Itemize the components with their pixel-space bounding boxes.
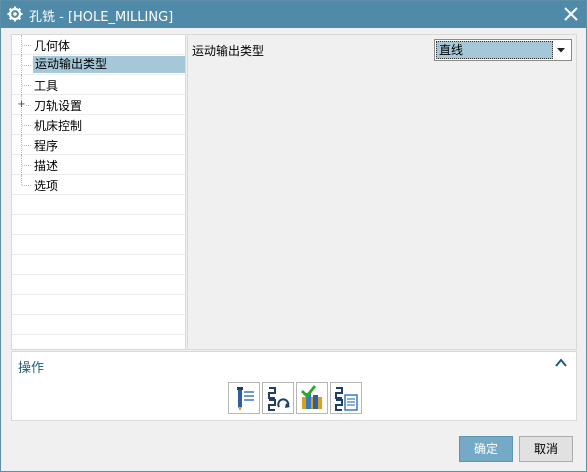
tree-guide-hook [26, 105, 31, 106]
ok-button[interactable]: 确定 [459, 436, 513, 462]
dropdown-selected-value: 直线 [436, 41, 553, 59]
tree-item-label: 运动输出类型 [33, 56, 185, 73]
replay-toolpath-button[interactable] [262, 382, 294, 414]
tree-item-tool[interactable]: 工具 [12, 75, 185, 95]
tree-empty-row [12, 295, 185, 315]
property-panel: 运动输出类型 直线 [187, 34, 577, 350]
close-icon[interactable] [562, 5, 580, 23]
tree-item-machine-control[interactable]: 机床控制 [12, 115, 185, 135]
tree-item-path-settings[interactable]: + 刀轨设置 [12, 95, 185, 115]
tree-item-label: 机床控制 [34, 119, 83, 133]
tree-empty-row [12, 315, 185, 335]
tree-empty-row [12, 255, 185, 275]
tree-guide-hook [22, 165, 31, 166]
tree-item-label: 程序 [34, 139, 59, 153]
tree-item-label: 描述 [34, 159, 59, 173]
verify-toolpath-button[interactable] [296, 382, 328, 414]
tree-item-geometry[interactable]: 几何体 [12, 35, 185, 55]
tree-empty-row [12, 275, 185, 295]
dialog-window: 孔铣 - [HOLE_MILLING] 几何体 运动输出类型 工具 + 刀轨设置 [0, 0, 587, 472]
tree-guide-hook [22, 85, 31, 86]
motion-output-type-label: 运动输出类型 [192, 44, 265, 58]
tree-empty-row [12, 235, 185, 255]
list-toolpath-icon [335, 387, 358, 411]
expand-plus-icon[interactable]: + [17, 100, 26, 110]
tree-item-options[interactable]: 选项 [12, 175, 185, 195]
tree-item-motion-output-type[interactable]: 运动输出类型 [12, 55, 185, 75]
chevron-down-icon[interactable] [553, 41, 569, 59]
title-bar: 孔铣 - [HOLE_MILLING] [1, 1, 586, 28]
tree-empty-row [12, 215, 185, 235]
tree-item-program[interactable]: 程序 [12, 135, 185, 155]
tree-guide-hook [22, 125, 31, 126]
chevron-up-icon[interactable] [554, 356, 568, 370]
tree-guide-hook [22, 65, 31, 66]
generate-toolpath-button[interactable] [228, 382, 260, 414]
tree-guide-hook [22, 145, 31, 146]
operations-title: 操作 [18, 361, 45, 376]
settings-tree: 几何体 运动输出类型 工具 + 刀轨设置 机床控制 程序 描述 选项 [11, 34, 186, 350]
list-toolpath-button[interactable] [330, 382, 362, 414]
tree-item-label: 几何体 [34, 39, 71, 53]
tree-guide-line [21, 175, 22, 185]
window-title: 孔铣 - [HOLE_MILLING] [29, 10, 174, 25]
replay-toolpath-icon [268, 387, 290, 411]
gear-icon [7, 6, 23, 22]
tree-item-label: 刀轨设置 [34, 99, 83, 113]
tree-empty-row [12, 195, 185, 215]
generate-toolpath-icon [237, 387, 254, 411]
verify-toolpath-icon [300, 385, 322, 409]
tree-guide-hook [22, 45, 31, 46]
tree-item-description[interactable]: 描述 [12, 155, 185, 175]
operations-group: 操作 [11, 351, 577, 421]
motion-output-type-dropdown[interactable]: 直线 [434, 39, 572, 61]
tree-item-label: 工具 [34, 79, 59, 93]
tree-item-label: 选项 [34, 179, 59, 193]
tree-guide-hook [22, 185, 31, 186]
cancel-button[interactable]: 取消 [519, 436, 573, 462]
